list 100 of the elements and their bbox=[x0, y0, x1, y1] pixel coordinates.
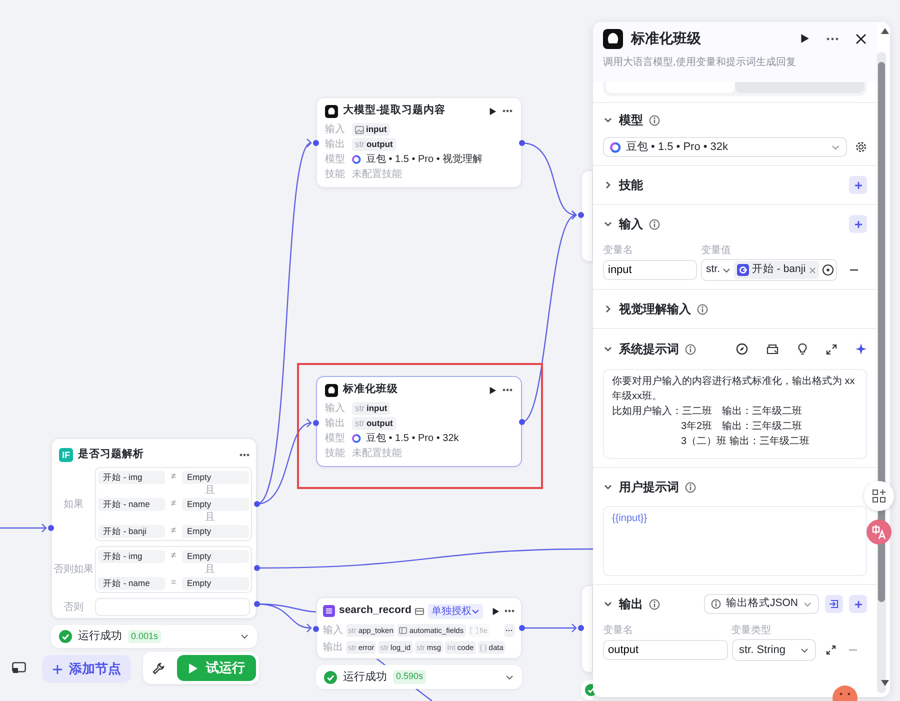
library-icon[interactable] bbox=[766, 343, 779, 355]
start-node-icon bbox=[737, 264, 750, 276]
compass-icon[interactable] bbox=[736, 343, 748, 355]
column-header: 变量类型 bbox=[731, 624, 771, 638]
select-value: 输出格式JSON bbox=[726, 596, 798, 612]
more-icon[interactable] bbox=[239, 453, 250, 457]
assistant-icon[interactable] bbox=[832, 685, 858, 701]
scroll-up-icon[interactable] bbox=[881, 28, 889, 34]
expand-icon[interactable] bbox=[826, 344, 837, 354]
scroll-down-icon[interactable] bbox=[881, 680, 889, 686]
condition-variable[interactable]: 开始 - img bbox=[98, 550, 165, 562]
more-icon[interactable] bbox=[504, 609, 516, 613]
format-select[interactable]: 输出格式JSON bbox=[704, 594, 819, 614]
close-icon[interactable] bbox=[855, 32, 867, 44]
expand-icon[interactable] bbox=[826, 645, 836, 655]
field-label: 输出 bbox=[323, 640, 344, 655]
connection-port[interactable] bbox=[313, 140, 319, 146]
add-button[interactable] bbox=[849, 595, 867, 613]
connection-port[interactable] bbox=[313, 626, 319, 632]
chevron-down-icon[interactable] bbox=[603, 219, 613, 229]
skills-note: 未配置技能 bbox=[352, 446, 402, 461]
condition-variable[interactable]: 开始 - name bbox=[98, 576, 165, 590]
logic-label: 且 bbox=[204, 511, 216, 524]
operator-label: ≠ bbox=[170, 497, 177, 510]
condition-value[interactable]: Empty bbox=[182, 470, 249, 484]
play-icon[interactable] bbox=[488, 106, 497, 116]
condition-value[interactable]: Empty bbox=[182, 524, 249, 538]
play-icon[interactable] bbox=[799, 33, 810, 44]
prompt-box[interactable]: {{input}} bbox=[603, 506, 867, 576]
type-select[interactable]: str. bbox=[706, 262, 732, 278]
caret-icon bbox=[803, 600, 812, 608]
bulb-icon[interactable] bbox=[797, 343, 808, 355]
auth-badge[interactable]: 单独授权 bbox=[428, 604, 484, 618]
chevron-down-icon[interactable] bbox=[603, 482, 613, 492]
connection-port[interactable] bbox=[313, 420, 319, 426]
node-card[interactable] bbox=[581, 170, 593, 262]
condition-value[interactable]: Empty bbox=[182, 550, 249, 562]
add-button[interactable] bbox=[849, 176, 867, 194]
more-icon[interactable] bbox=[502, 109, 513, 113]
operator-label: ≠ bbox=[170, 549, 177, 562]
skills-note: 未配置技能 bbox=[352, 168, 402, 182]
play-icon[interactable] bbox=[488, 386, 497, 394]
translate-icon[interactable] bbox=[866, 519, 892, 545]
column-header: 变量值 bbox=[701, 244, 731, 258]
plus-icon bbox=[854, 180, 862, 190]
settings-icon[interactable] bbox=[855, 141, 867, 153]
connection-port[interactable] bbox=[578, 212, 584, 218]
node-card[interactable]: 标准化班级 输入 str input 输出 str output 模型 豆包 • 1.5 • Pro • 32k 技能 未配置技能 bbox=[316, 376, 522, 467]
more-icon[interactable] bbox=[502, 388, 513, 392]
value-picker[interactable]: str. 开始 - banji bbox=[701, 259, 837, 281]
play-icon[interactable] bbox=[491, 606, 500, 616]
node-card[interactable]: 大模型-提取习题内容 输入 input 输出 str output 模型 豆包 • 1.5 • Pro • 视觉理解 技能 未配置技能 bbox=[316, 97, 522, 188]
prompt-box[interactable]: 你要对用户输入的内容进行格式标准化，输出格式为 xx年级xx班。 比如用户输入：三二班 输出：三年级二班 3年2班 输出：三年级二班 3（二）班 输出：三年级二班 bbox=[603, 369, 867, 459]
panel-title: 标准化班级 bbox=[631, 29, 702, 48]
chevron-right-icon[interactable] bbox=[603, 180, 613, 190]
play-icon bbox=[188, 662, 198, 674]
duration-badge: 0.590s bbox=[393, 670, 426, 684]
chevron-down-icon[interactable] bbox=[603, 115, 613, 125]
badge-label: 单独授权 bbox=[431, 604, 472, 618]
type-label: str bbox=[355, 417, 364, 430]
field-label: 输出 bbox=[325, 138, 346, 152]
duration-badge: 0.001s bbox=[128, 630, 162, 644]
name-field[interactable]: input bbox=[603, 260, 697, 280]
target-icon[interactable] bbox=[822, 264, 834, 276]
wrench-icon[interactable] bbox=[152, 662, 165, 674]
condition-value[interactable]: Empty bbox=[182, 498, 249, 510]
minimap-icon[interactable] bbox=[12, 662, 26, 674]
type-select[interactable]: str. String bbox=[732, 639, 816, 661]
condition-value[interactable]: Empty bbox=[182, 576, 249, 590]
node-card[interactable] bbox=[581, 585, 593, 673]
condition-variable[interactable]: 开始 - banji bbox=[98, 524, 165, 538]
add-button[interactable] bbox=[849, 215, 867, 233]
caret-icon bbox=[831, 142, 840, 152]
section-title: 系统提示词 bbox=[619, 341, 679, 358]
plugin-icon bbox=[323, 605, 335, 617]
connection-port[interactable] bbox=[48, 525, 54, 531]
select-value: str. String bbox=[739, 642, 786, 658]
model-select[interactable]: 豆包 • 1.5 • Pro • 32k bbox=[603, 137, 847, 157]
card-icon bbox=[415, 606, 424, 616]
status-bar[interactable]: 运行成功 0.001s bbox=[51, 625, 257, 648]
prompt-line: 3（二）班 输出：三年级二班 bbox=[680, 434, 810, 449]
connection-port[interactable] bbox=[578, 625, 584, 631]
column-header: 变量名 bbox=[603, 624, 634, 638]
chevron-down-icon[interactable] bbox=[603, 344, 613, 354]
field-label: 输入 bbox=[325, 122, 346, 137]
import-button[interactable] bbox=[825, 595, 843, 613]
condition-variable[interactable]: 开始 - img bbox=[98, 470, 165, 484]
sparkle-icon[interactable] bbox=[855, 343, 867, 355]
node-card[interactable]: IF 是否习题解析 如果 开始 - img ≠ Empty 且 开始 - name ≠ Empty 且 开始 - banji ≠ Empty 否则如果 开始 - img ≠ Empty 且 开始 - name = Empty 否则 bbox=[51, 438, 257, 619]
scrollbar-thumb[interactable] bbox=[878, 62, 885, 602]
condition-variable[interactable]: 开始 - name bbox=[98, 498, 165, 510]
select-value: str. bbox=[706, 262, 720, 278]
chevron-down-icon[interactable] bbox=[603, 599, 613, 609]
name-field[interactable]: output bbox=[603, 640, 728, 660]
add-node-button[interactable]: 添加节点 bbox=[42, 655, 131, 683]
field-label: 输入 bbox=[325, 402, 346, 416]
more-icon[interactable] bbox=[826, 36, 839, 40]
prompt-variable: {{input}} bbox=[612, 513, 648, 524]
chevron-right-icon[interactable] bbox=[603, 304, 613, 314]
status-bar[interactable]: 运行成功 0.590s bbox=[316, 665, 522, 689]
